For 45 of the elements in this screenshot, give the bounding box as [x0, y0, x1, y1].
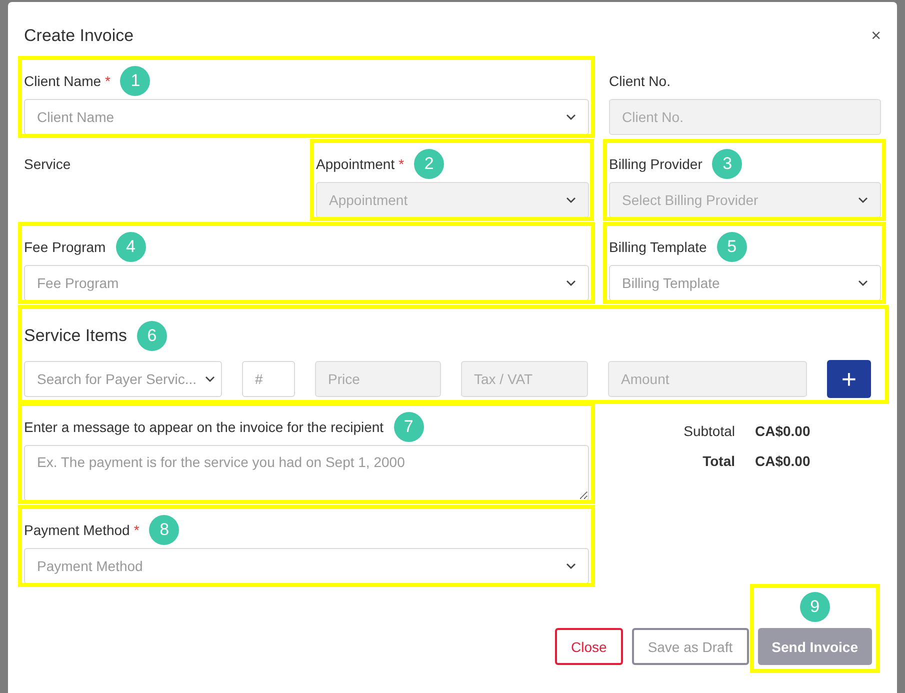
input-field[interactable]: # — [242, 361, 295, 397]
chevron-down-icon — [566, 280, 576, 286]
field-label: Service — [24, 156, 71, 172]
required-mark: * — [105, 73, 110, 89]
step-badge: 4 — [116, 232, 146, 262]
field-label: Client Name — [24, 73, 102, 89]
chevron-down-icon — [566, 197, 576, 203]
total-label: Total — [702, 453, 735, 469]
field-label: Billing Provider — [609, 156, 702, 172]
chevron-down-icon — [858, 197, 868, 203]
total-value: CA$0.00 — [755, 453, 812, 469]
total-label: Subtotal — [682, 423, 735, 439]
message-field[interactable]: Ex. The payment is for the service you had on Sept 1, 2000 — [24, 445, 589, 501]
section-title: Service Items — [24, 326, 127, 346]
step-badge: 3 — [712, 149, 742, 179]
field-label: Client No. — [609, 73, 670, 89]
action-button[interactable]: Save as Draft — [632, 628, 749, 665]
total-value: CA$0.00 — [755, 423, 812, 439]
select-field[interactable]: Fee Program — [24, 265, 589, 301]
dialog-title: Create Invoice — [24, 26, 134, 46]
select-field[interactable]: Search for Payer Servic... — [24, 361, 222, 397]
step-badge: 9 — [800, 592, 830, 622]
chevron-down-icon — [858, 280, 868, 286]
close-button[interactable]: × — [871, 26, 881, 46]
step-badge: 5 — [716, 232, 747, 262]
step-badge: 6 — [136, 321, 167, 351]
step-badge: 7 — [394, 412, 424, 442]
add-button[interactable]: + — [827, 360, 871, 398]
chevron-down-icon — [566, 114, 576, 120]
select-field[interactable]: Client Name — [24, 99, 589, 135]
select-field[interactable]: Payment Method — [24, 548, 589, 584]
step-badge: 8 — [149, 515, 180, 545]
step-badge: 1 — [120, 66, 150, 96]
field-label: Fee Program — [24, 239, 106, 255]
select-field[interactable]: Billing Template — [609, 265, 881, 301]
step-badge: 2 — [414, 149, 444, 179]
chevron-down-icon — [566, 563, 576, 569]
field-label: Appointment — [316, 156, 395, 172]
field-label: Billing Template — [609, 239, 707, 255]
chevron-down-icon — [204, 376, 215, 382]
field-label: Enter a message to appear on the invoice for the recipient — [24, 419, 384, 435]
field-label: Payment Method — [24, 522, 130, 538]
action-button[interactable]: Close — [555, 628, 623, 665]
required-mark: * — [134, 522, 140, 538]
required-mark: * — [398, 156, 404, 172]
